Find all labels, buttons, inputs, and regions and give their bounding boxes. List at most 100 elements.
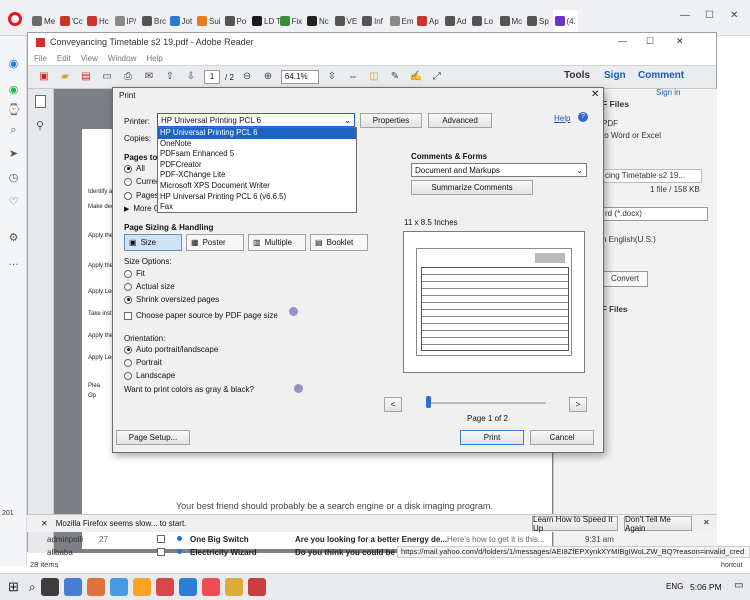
minimize-window-button[interactable]: — [680, 10, 690, 21]
menu-file[interactable]: File [34, 54, 47, 63]
sign-in-link[interactable]: Sign in [656, 88, 680, 97]
dont-tell-button[interactable]: Don't Tell Me Again [624, 515, 692, 533]
email-icon[interactable]: ✉ [141, 69, 157, 85]
menu-edit[interactable]: Edit [57, 54, 71, 63]
menu-view[interactable]: View [81, 54, 98, 63]
shrink-radio[interactable]: Shrink oversized pages [124, 295, 219, 304]
taskbar-app-icon[interactable] [109, 578, 128, 596]
browser-tab[interactable]: Inf [360, 10, 385, 32]
reader-minimize-button[interactable]: — [618, 36, 627, 46]
opera-logo-icon[interactable] [8, 12, 22, 26]
browser-tab[interactable]: Nc [305, 10, 331, 32]
preview-prev-button[interactable]: < [384, 397, 402, 412]
actual-size-radio[interactable]: Actual size [124, 282, 175, 291]
dialog-close-button[interactable]: ✕ [591, 89, 599, 100]
browser-tab[interactable]: Jot [168, 10, 195, 32]
combine-icon[interactable]: ▤ [78, 69, 94, 85]
preview-slider-thumb[interactable] [426, 396, 431, 408]
comment-link[interactable]: Comment [638, 70, 684, 81]
maximize-window-button[interactable]: ☐ [705, 10, 714, 21]
taskbar-app-icon[interactable] [155, 578, 174, 596]
poster-tab[interactable]: ▦ Poster [186, 234, 244, 251]
comment-icon[interactable]: ◫ [366, 69, 382, 85]
browser-tab[interactable]: Ad [443, 10, 469, 32]
create-icon[interactable]: ▣ [36, 69, 52, 85]
reader-maximize-button[interactable]: ☐ [646, 36, 654, 47]
mail-row[interactable]: adminpolli 27 One Big Switch Are you lookin… [27, 532, 750, 546]
more-icon[interactable]: … [7, 256, 20, 269]
page-number-input[interactable]: 1 [204, 70, 220, 84]
browser-tab[interactable]: Brc [140, 10, 168, 32]
printer-dropdown-list[interactable]: HP Universal Printing PCL 6 OneNote PDFsam… [157, 127, 357, 213]
clock-icon[interactable]: ◷ [7, 172, 20, 185]
close-window-button[interactable]: ✕ [730, 10, 738, 21]
browser-tab[interactable]: Hc [85, 10, 111, 32]
history-icon[interactable]: ⌚ [7, 104, 21, 117]
open-folder-icon[interactable]: ▰ [57, 69, 73, 85]
close-icon[interactable]: ✕ [41, 519, 48, 528]
printer-option[interactable]: Fax [158, 202, 356, 213]
zoom-out-icon[interactable]: ⊖ [239, 69, 255, 85]
settings-icon[interactable]: ⚙ [7, 232, 20, 245]
help-link[interactable]: Help [554, 114, 570, 123]
learn-speed-button[interactable]: Learn How to Speed It Up [532, 515, 618, 533]
taskbar-app-icon[interactable] [201, 578, 220, 596]
booklet-tab[interactable]: ▤ Booklet [310, 234, 368, 251]
printer-option[interactable]: HP Universal Printing PCL 6 [158, 128, 356, 139]
taskbar-app-icon[interactable] [63, 578, 82, 596]
browser-tab[interactable]: Fix [278, 10, 305, 32]
reader-close-button[interactable]: ✕ [676, 36, 684, 47]
auto-orientation-radio[interactable]: Auto portrait/landscape [124, 345, 218, 354]
mail-checkbox[interactable] [157, 548, 165, 556]
browser-tab[interactable]: VE [333, 10, 360, 32]
taskbar-app-icon[interactable] [132, 578, 151, 596]
printer-option[interactable]: OneNote [158, 139, 356, 150]
language-indicator[interactable]: ENG [666, 582, 683, 591]
search-icon[interactable]: ⌕ [29, 580, 36, 595]
landscape-radio[interactable]: Landscape [124, 371, 175, 380]
sign-link[interactable]: Sign [604, 70, 626, 81]
browser-tab[interactable]: 'Cc [58, 10, 85, 32]
info-icon[interactable] [289, 307, 298, 316]
search-icon[interactable]: ⌕ [7, 124, 20, 137]
notification-icon[interactable]: ▭ [734, 580, 743, 591]
zoom-field[interactable]: 64.1% [280, 70, 319, 84]
browser-tab[interactable]: Ap [415, 10, 441, 32]
info-icon[interactable] [294, 384, 303, 393]
printer-option[interactable]: Microsoft XPS Document Writer [158, 181, 356, 192]
whatsapp-icon[interactable]: ◉ [7, 84, 20, 97]
properties-button[interactable]: Properties [360, 113, 422, 128]
expand-icon[interactable]: ⤢ [429, 69, 445, 85]
export-format-select[interactable]: rd (*.docx) [602, 207, 708, 221]
printer-option[interactable]: HP Universal Printing PCL 6 (v6.6.5) [158, 192, 356, 203]
tools-link[interactable]: Tools [564, 70, 590, 81]
page-up-icon[interactable]: ⇧ [162, 69, 178, 85]
messenger-icon[interactable]: ◉ [7, 58, 20, 71]
browser-tab[interactable]: Sui [195, 10, 223, 32]
preview-slider-track[interactable] [426, 402, 546, 404]
browser-tab[interactable]: Po [223, 10, 249, 32]
zoom-in-icon[interactable]: ⊕ [260, 69, 276, 85]
cancel-button[interactable]: Cancel [530, 430, 594, 445]
taskbar-app-icon[interactable] [224, 578, 243, 596]
sign-icon[interactable]: ✍ [408, 69, 424, 85]
taskbar-app-icon[interactable] [40, 578, 59, 596]
save-icon[interactable]: ▭ [99, 69, 115, 85]
browser-tab[interactable]: Em [388, 10, 416, 32]
comments-forms-select[interactable]: Document and Markups ⌄ [411, 163, 587, 177]
pages-panel-icon[interactable] [35, 95, 46, 108]
fit-radio[interactable]: Fit [124, 269, 145, 278]
printer-option[interactable]: PDFCreator [158, 160, 356, 171]
browser-tab[interactable]: (4. [552, 10, 578, 32]
fit-width-icon[interactable]: ⇔ [345, 69, 361, 85]
summarize-comments-button[interactable]: Summarize Comments [411, 180, 533, 195]
help-icon[interactable]: ? [578, 112, 588, 122]
pages-range-radio[interactable]: Pages [124, 191, 159, 200]
portrait-radio[interactable]: Portrait [124, 358, 162, 367]
paper-source-checkbox[interactable]: Choose paper source by PDF page size [124, 311, 278, 320]
preview-next-button[interactable]: > [569, 397, 587, 412]
windows-start-icon[interactable]: ⊞ [8, 579, 19, 595]
browser-tab[interactable]: Lo [470, 10, 495, 32]
mail-checkbox[interactable] [157, 535, 165, 543]
highlight-icon[interactable]: ✎ [387, 69, 403, 85]
